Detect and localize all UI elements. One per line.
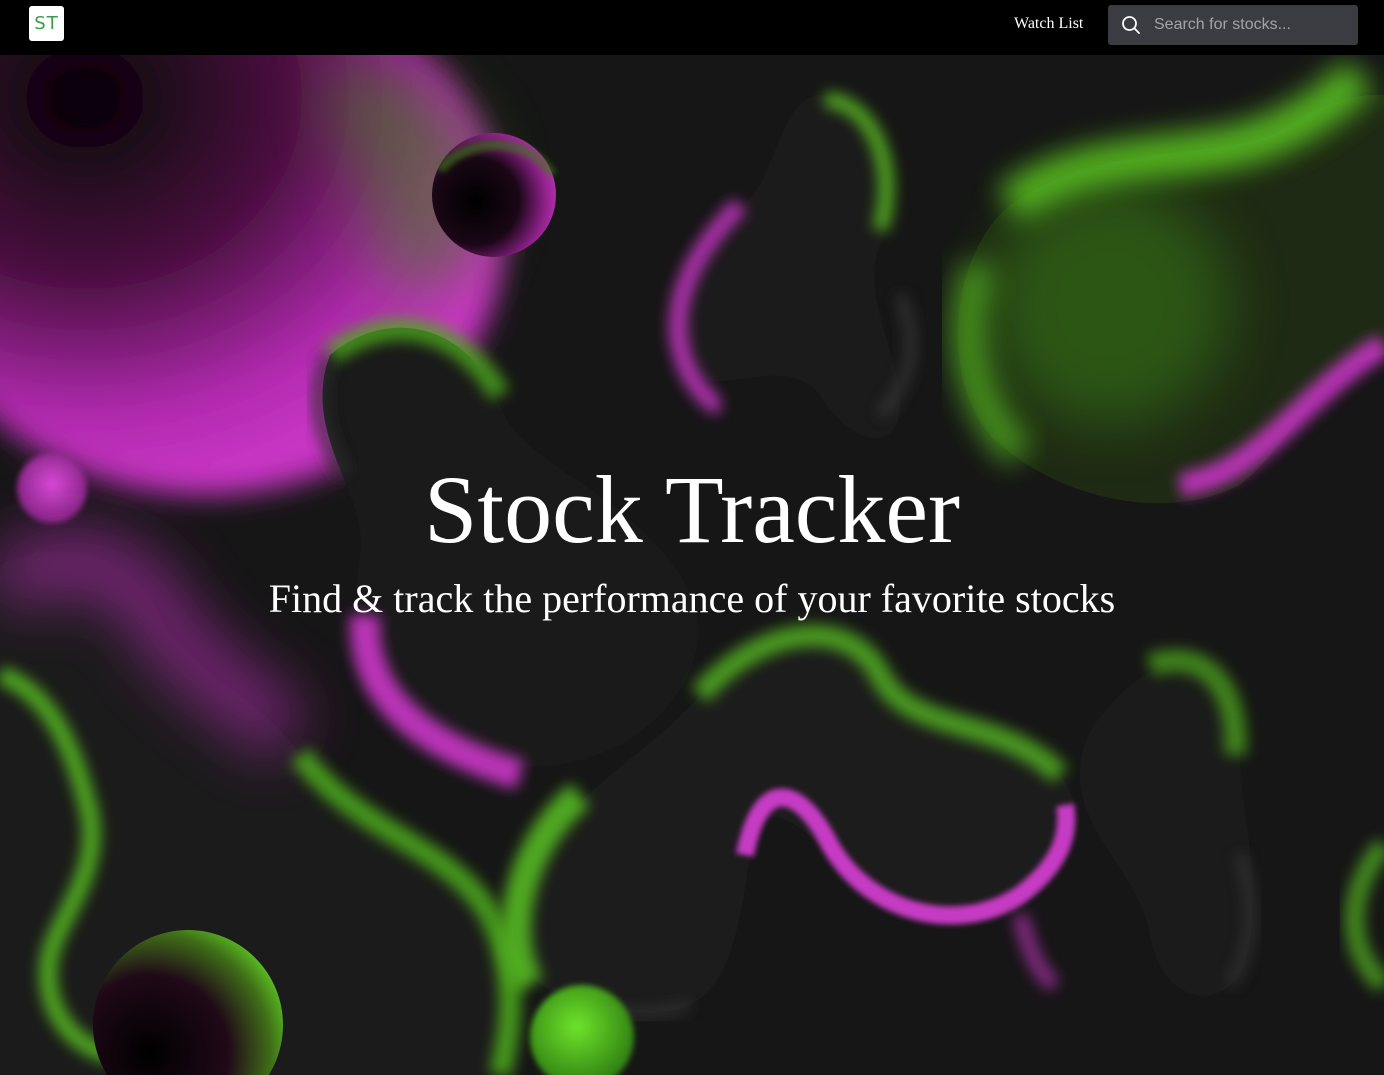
hero-title: Stock Tracker [424, 456, 960, 563]
search-input[interactable] [1154, 5, 1350, 45]
hero-section: Stock Tracker Find & track the performan… [0, 55, 1384, 1075]
navbar: ST Watch List [0, 0, 1384, 55]
search-icon [1122, 16, 1140, 34]
search-bar[interactable] [1108, 5, 1358, 45]
hero-subtitle: Find & track the performance of your fav… [268, 576, 1116, 621]
watch-list-link[interactable]: Watch List [1014, 14, 1083, 34]
logo-text: ST [34, 13, 59, 34]
logo[interactable]: ST [29, 6, 64, 41]
